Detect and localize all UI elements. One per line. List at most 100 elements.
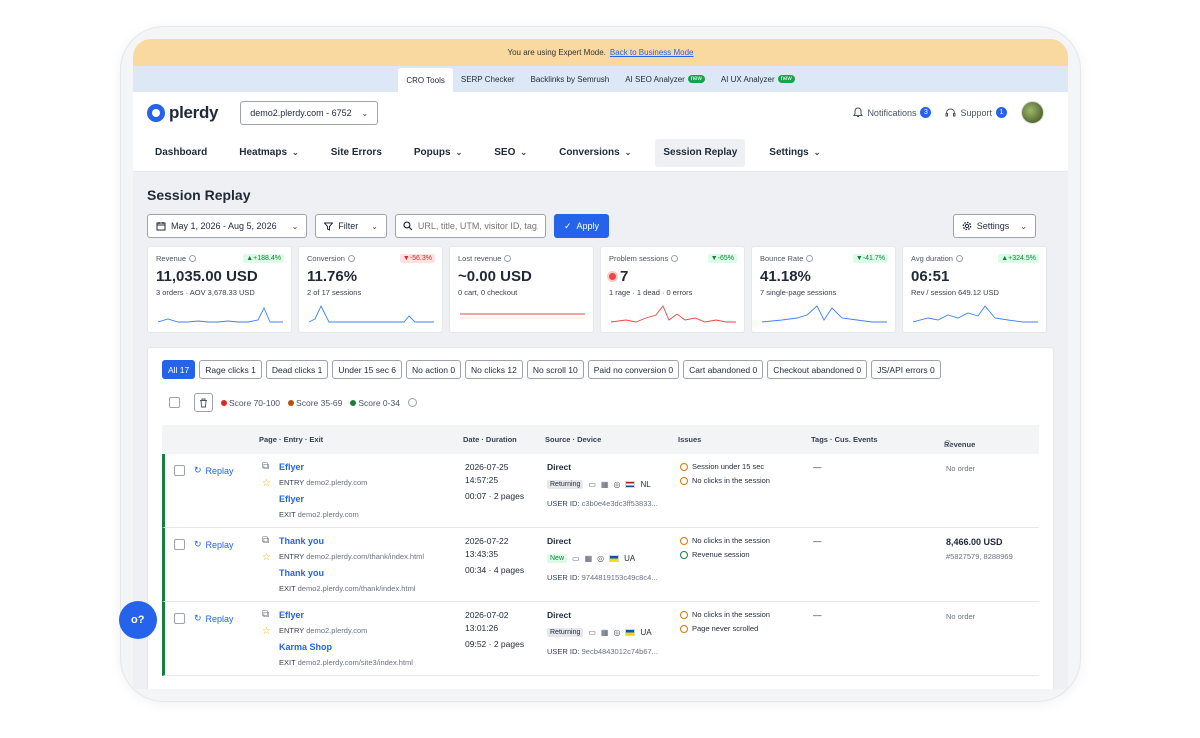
nav-popups[interactable]: Popups ⌄ [406,139,470,167]
filter-label: Filter [338,221,359,231]
star-icon[interactable]: ☆ [262,626,271,637]
tool-tab-cro[interactable]: CRO Tools [398,68,453,92]
warning-icon [680,610,688,619]
issue-item: No clicks in the session [680,610,770,619]
segment-paid-no-conversion[interactable]: Paid no conversion 0 [587,360,680,379]
trash-icon [200,398,207,407]
nav-label: Heatmaps [239,147,288,158]
kpi-conversion: Conversion ▼-56.3% 11.76% 2 of 17 sessio… [298,246,443,333]
nav-site-errors[interactable]: Site Errors [323,139,390,167]
select-all-checkbox[interactable] [169,397,180,408]
replay-button[interactable]: ↻ Replay [194,465,234,476]
app-screen: You are using Expert Mode. Back to Busin… [133,39,1068,689]
segment-js-api-errors[interactable]: JS/API errors 0 [871,360,941,379]
session-time: 13:43:35 [465,549,499,559]
avg-duration-sparkline [913,305,1038,323]
info-icon[interactable] [407,398,417,407]
help-chat-button[interactable]: o? [119,601,157,639]
nav-heatmaps[interactable]: Heatmaps ⌄ [231,139,307,167]
segment-dead-clicks[interactable]: Dead clicks 1 [265,360,329,379]
settings-button[interactable]: Settings ⌄ [952,214,1036,238]
app-header: plerdy demo2.plerdy.com - 6752 ⌄ Notific… [133,92,1068,134]
exit-page-title[interactable]: Eflyer [279,494,304,504]
segment-cart-abandoned[interactable]: Cart abandoned 0 [683,360,764,379]
notifications-button[interactable]: Notifications 3 [853,107,932,118]
entry-page-title[interactable]: Thank you [279,536,324,546]
tool-tab-label: AI UX Analyzer [720,74,775,84]
support-button[interactable]: Support 1 [945,107,1007,118]
chrome-icon: ◎ [613,480,621,489]
nav-dashboard[interactable]: Dashboard [147,139,215,167]
delete-button[interactable] [194,393,213,412]
info-icon[interactable] [504,255,512,262]
kpi-value: 06:51 [911,268,950,285]
replay-button[interactable]: ↻ Replay [194,613,234,624]
entry-page-title[interactable]: Eflyer [279,610,304,620]
lost-revenue-sparkline [460,313,585,319]
refresh-icon: ↻ [194,539,202,549]
nav-label: Settings [769,147,809,158]
site-select[interactable]: demo2.plerdy.com - 6752 ⌄ [240,101,379,125]
tool-tab-serp[interactable]: SERP Checker [453,68,523,90]
segment-no-action[interactable]: No action 0 [406,360,462,379]
info-icon[interactable] [944,439,951,447]
segment-rage-clicks[interactable]: Rage clicks 1 [199,360,262,379]
user-avatar[interactable] [1021,101,1044,124]
apply-button[interactable]: ✓ Apply [553,214,610,238]
nav-session-replay[interactable]: Session Replay [655,138,746,167]
info-icon[interactable] [955,255,963,262]
header-actions: Notifications 3 Support 1 [853,101,1044,124]
chevron-down-icon: ⌄ [520,148,528,157]
segment-no-scroll[interactable]: No scroll 10 [526,360,584,379]
exit-page-title[interactable]: Karma Shop [279,642,332,652]
nav-settings[interactable]: Settings ⌄ [761,139,828,167]
plerdy-logo-icon [147,104,165,122]
row-checkbox[interactable] [174,539,185,550]
info-icon[interactable] [806,255,814,262]
user-id-value: c3b0e4e3dc3ff53833... [581,499,658,508]
segment-all[interactable]: All 17 [162,360,196,379]
filter-button[interactable]: Filter ⌄ [315,214,387,238]
nav-label: Dashboard [155,147,208,158]
entry-page-title[interactable]: Eflyer [279,462,304,472]
support-count: 1 [996,107,1007,118]
share-icon[interactable]: ⧉ [262,609,269,620]
nav-seo[interactable]: SEO ⌄ [486,139,535,167]
tool-tab-ai-seo[interactable]: AI SEO Analyzer new [617,68,713,90]
replay-button[interactable]: ↻ Replay [194,539,234,550]
flag-nl-icon [625,481,636,488]
info-icon[interactable] [347,255,355,262]
kpi-avg-duration: Avg duration ▲+324.5% 06:51 Rev / sessio… [902,246,1047,333]
star-icon[interactable]: ☆ [262,478,271,489]
new-badge: new [777,75,795,83]
tool-tab-backlinks[interactable]: Backlinks by Semrush [523,68,618,90]
chevron-down-icon: ⌄ [291,221,299,231]
exit-label: EXIT [279,658,296,667]
info-icon[interactable] [671,255,679,262]
segment-no-clicks[interactable]: No clicks 12 [465,360,523,379]
exit-label: EXIT [279,510,296,519]
legend-label: Score 35-69 [296,397,343,408]
segment-checkout-abandoned[interactable]: Checkout abandoned 0 [767,360,868,379]
search-input[interactable] [417,221,538,231]
plerdy-logo[interactable]: plerdy [147,103,219,123]
site-select-value: demo2.plerdy.com - 6752 [250,108,352,118]
row-checkbox[interactable] [174,613,185,624]
nav-conversions[interactable]: Conversions ⌄ [551,139,639,167]
user-id-label: USER ID: [547,647,580,656]
tool-tab-ai-ux[interactable]: AI UX Analyzer new [713,68,803,90]
user-id-label: USER ID: [547,573,580,582]
flag-ua-icon [625,629,636,636]
visitor-type-badge: Returning [547,480,584,489]
segment-under-15-sec[interactable]: Under 15 sec 6 [332,360,403,379]
share-icon[interactable]: ⧉ [262,535,269,546]
back-to-business-link[interactable]: Back to Business Mode [610,48,694,57]
date-range-picker[interactable]: May 1, 2026 - Aug 5, 2026 ⌄ [147,214,308,238]
device-info: New ▭ ▦ ◎ UA [547,554,635,563]
kpi-value: 41.18% [760,268,811,285]
exit-page-title[interactable]: Thank you [279,568,324,578]
star-icon[interactable]: ☆ [262,552,271,563]
row-checkbox[interactable] [174,465,185,476]
info-icon[interactable] [189,255,197,262]
share-icon[interactable]: ⧉ [262,461,269,472]
